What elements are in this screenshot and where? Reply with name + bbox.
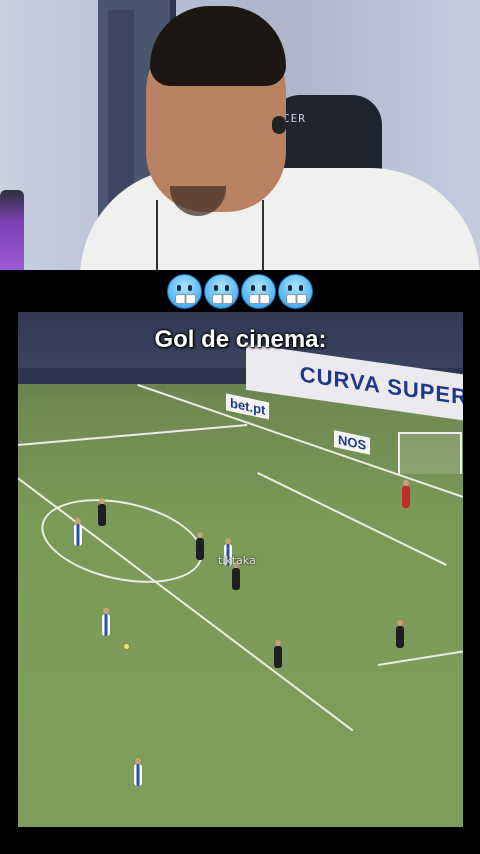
earbud [272, 116, 286, 134]
goal [398, 432, 462, 474]
football-video-clip[interactable]: CURVA SUPER bet.pt NOS Gol de cinema: ti… [18, 312, 463, 827]
halfway-line [18, 423, 248, 446]
penalty-box-line [257, 472, 447, 566]
earphone-wire-right [262, 200, 264, 270]
rgb-lamp [0, 190, 24, 270]
goalkeeper [402, 480, 410, 508]
player-home [74, 518, 82, 546]
player-away [232, 562, 240, 590]
center-circle [33, 485, 211, 597]
nos-board: NOS [334, 430, 371, 455]
football [124, 644, 129, 649]
cold-face-emoji [241, 273, 276, 309]
player-home [134, 758, 142, 786]
cold-face-emoji [278, 273, 313, 309]
chair-logo: CER [283, 112, 306, 125]
webcam-feed: CER [0, 0, 480, 270]
reaction-emoji-row [0, 270, 480, 312]
cold-face-emoji [204, 273, 239, 309]
player-away [196, 532, 204, 560]
watermark: tiktaka [218, 554, 256, 567]
cold-face-emoji [167, 273, 202, 309]
player-home [102, 608, 110, 636]
player-away [98, 498, 106, 526]
box-edge-line [378, 649, 463, 666]
video-caption: Gol de cinema: [154, 326, 327, 353]
player-away [396, 620, 404, 648]
player-away [274, 640, 282, 668]
streamer-shirt [80, 168, 480, 270]
earphone-wire-left [156, 200, 158, 270]
